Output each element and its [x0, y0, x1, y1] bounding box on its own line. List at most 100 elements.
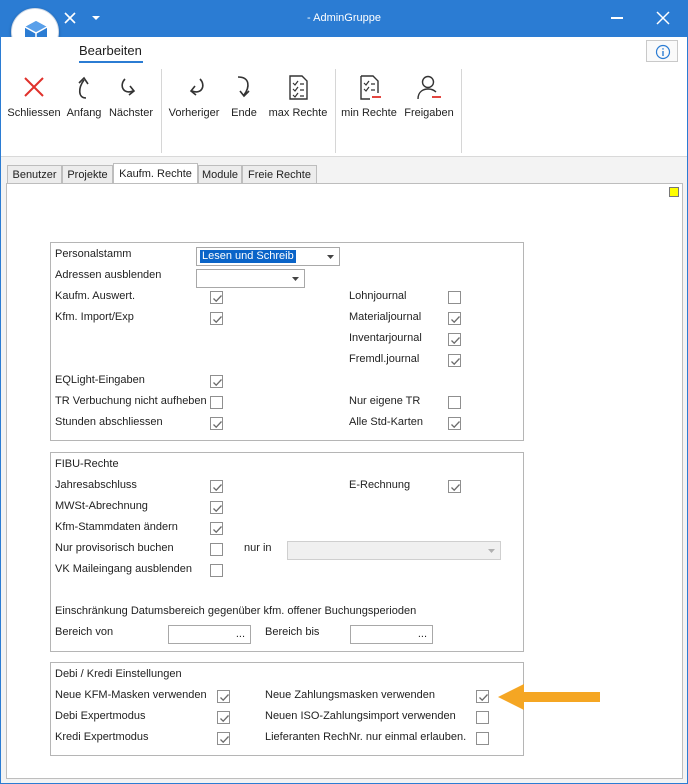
- neue-zahlungsmasken-label: Neue Zahlungsmasken verwenden: [265, 689, 435, 701]
- tab-benutzer[interactable]: Benutzer: [7, 165, 62, 184]
- stunden-abschliessen-checkbox[interactable]: [210, 417, 223, 430]
- tab-module[interactable]: Module: [198, 165, 242, 184]
- window-close-button[interactable]: [656, 11, 670, 25]
- e-rechnung-label: E-Rechnung: [349, 479, 411, 491]
- schliessen-button[interactable]: Schliessen: [7, 69, 61, 129]
- checkmark-icon: [213, 316, 222, 324]
- nur-in-label: nur in: [244, 542, 272, 554]
- info-button[interactable]: [646, 40, 678, 62]
- personalstamm-label: Personalstamm: [55, 248, 132, 260]
- lieferanten-rechnr-label: Lieferanten RechNr. nur einmal erlauben.: [265, 731, 467, 743]
- naechster-button[interactable]: Nächster: [107, 69, 155, 129]
- nur-provisorisch-label: Nur provisorisch buchen: [55, 542, 174, 554]
- ribbon-toolbar: Schliessen Anfang Nächster Vorheriger En…: [1, 65, 687, 157]
- checkmark-icon: [451, 337, 460, 345]
- alle-std-karten-label: Alle Std-Karten: [349, 416, 423, 428]
- eqlight-eingaben-label: EQLight-Eingaben: [55, 374, 145, 386]
- app-window: - AdminGruppe Bearbeiten Schliessen Anfa…: [0, 0, 688, 784]
- chevron-down-icon: [488, 549, 495, 553]
- status-indicator: [669, 187, 679, 197]
- checkmark-icon: [451, 358, 460, 366]
- kredi-expertmodus-label: Kredi Expertmodus: [55, 731, 149, 743]
- user-minus-icon: [417, 75, 441, 100]
- ellipsis-button[interactable]: ...: [418, 628, 427, 640]
- tab-freie-rechte[interactable]: Freie Rechte: [242, 165, 317, 184]
- checkmark-icon: [213, 295, 222, 303]
- checkmark-icon: [220, 736, 229, 744]
- jahresabschluss-checkbox[interactable]: [210, 480, 223, 493]
- nur-provisorisch-checkbox[interactable]: [210, 543, 223, 556]
- neue-kfm-masken-checkbox[interactable]: [217, 690, 230, 703]
- jahresabschluss-label: Jahresabschluss: [55, 479, 137, 491]
- mwst-abrechnung-checkbox[interactable]: [210, 501, 223, 514]
- chevron-down-icon: [292, 277, 299, 281]
- checkmark-icon: [451, 421, 460, 429]
- nur-eigene-tr-label: Nur eigene TR: [349, 395, 421, 407]
- ribbon-tab-bearbeiten[interactable]: Bearbeiten: [79, 43, 142, 58]
- lieferanten-rechnr-checkbox[interactable]: [476, 732, 489, 745]
- kfm-stammdaten-label: Kfm-Stammdaten ändern: [55, 521, 178, 533]
- fremdl-journal-checkbox[interactable]: [448, 354, 461, 367]
- tab-projekte[interactable]: Projekte: [62, 165, 113, 184]
- checkmark-icon: [213, 526, 222, 534]
- checkmark-icon: [220, 715, 229, 723]
- kfm-import-exp-label: Kfm. Import/Exp: [55, 311, 134, 323]
- checkmark-icon: [220, 694, 229, 702]
- neue-kfm-masken-label: Neue KFM-Masken verwenden: [55, 689, 207, 701]
- vorheriger-button[interactable]: Vorheriger: [167, 69, 221, 129]
- checkmark-icon: [479, 694, 488, 702]
- checkmark-icon: [451, 316, 460, 324]
- eqlight-eingaben-checkbox[interactable]: [210, 375, 223, 388]
- ribbon-separator: [161, 69, 162, 153]
- nur-in-select[interactable]: [287, 541, 501, 560]
- redo-icon: [121, 78, 136, 96]
- freigaben-button[interactable]: Freigaben: [401, 69, 457, 129]
- debi-expertmodus-label: Debi Expertmodus: [55, 710, 146, 722]
- ribbon-tab-strip: Bearbeiten: [1, 37, 687, 65]
- kredi-expertmodus-checkbox[interactable]: [217, 732, 230, 745]
- adressen-ausblenden-select[interactable]: [196, 269, 305, 288]
- debi-kredi-title: Debi / Kredi Einstellungen: [55, 668, 182, 680]
- nur-eigene-tr-checkbox[interactable]: [448, 396, 461, 409]
- alle-std-karten-checkbox[interactable]: [448, 417, 461, 430]
- bereich-von-input[interactable]: ...: [168, 625, 251, 644]
- ende-button[interactable]: Ende: [227, 69, 261, 129]
- ribbon-tab-underline: [79, 61, 143, 63]
- max-rechte-button[interactable]: max Rechte: [267, 69, 329, 129]
- materialjournal-checkbox[interactable]: [448, 312, 461, 325]
- min-rechte-button[interactable]: min Rechte: [341, 69, 397, 129]
- datumsbereich-label: Einschränkung Datumsbereich gegenüber kf…: [55, 605, 417, 617]
- bereich-von-label: Bereich von: [55, 626, 114, 638]
- kfm-import-exp-checkbox[interactable]: [210, 312, 223, 325]
- bereich-bis-label: Bereich bis: [265, 626, 320, 638]
- vk-maileingang-checkbox[interactable]: [210, 564, 223, 577]
- ellipsis-button[interactable]: ...: [236, 628, 245, 640]
- checkmark-icon: [213, 484, 222, 492]
- bereich-bis-input[interactable]: ...: [350, 625, 433, 644]
- chevron-down-icon: [327, 255, 334, 259]
- close-x-icon: [24, 77, 44, 97]
- kaufm-auswert-label: Kaufm. Auswert.: [55, 290, 136, 302]
- kfm-stammdaten-checkbox[interactable]: [210, 522, 223, 535]
- lohnjournal-label: Lohnjournal: [349, 290, 407, 302]
- neuen-iso-zahlungsimport-checkbox[interactable]: [476, 711, 489, 724]
- checkmark-icon: [451, 484, 460, 492]
- minimize-button[interactable]: [611, 17, 623, 19]
- inventarjournal-checkbox[interactable]: [448, 333, 461, 346]
- personalstamm-select[interactable]: Lesen und Schreib: [196, 247, 340, 266]
- checkmark-icon: [213, 505, 222, 513]
- lohnjournal-checkbox[interactable]: [448, 291, 461, 304]
- tab-kaufm-rechte[interactable]: Kaufm. Rechte: [113, 163, 198, 184]
- fremdl-journal-label: Fremdl.journal: [349, 353, 420, 365]
- kaufm-auswert-checkbox[interactable]: [210, 291, 223, 304]
- arrow-down-curve-icon: [237, 76, 250, 98]
- window-title: - AdminGruppe: [307, 12, 381, 24]
- tr-verbuchung-checkbox[interactable]: [210, 396, 223, 409]
- stunden-abschliessen-label: Stunden abschliessen: [55, 416, 163, 428]
- checklist-icon: [289, 75, 308, 100]
- neue-zahlungsmasken-checkbox[interactable]: [476, 690, 489, 703]
- anfang-button[interactable]: Anfang: [63, 69, 105, 129]
- debi-expertmodus-checkbox[interactable]: [217, 711, 230, 724]
- e-rechnung-checkbox[interactable]: [448, 480, 461, 493]
- inventarjournal-label: Inventarjournal: [349, 332, 422, 344]
